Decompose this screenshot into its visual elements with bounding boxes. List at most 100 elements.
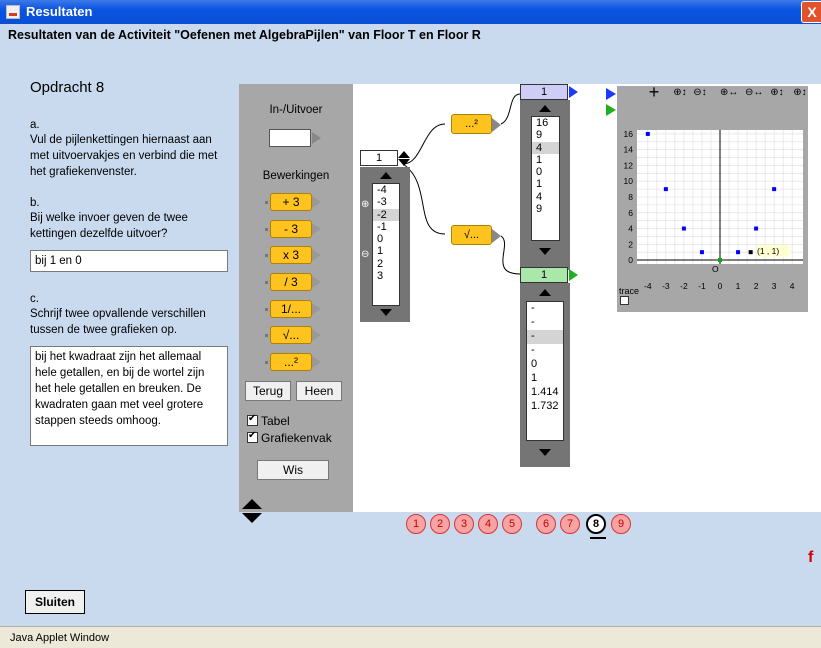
square-list[interactable]: 16 9 4 1 0 1 4 9 [531,116,560,241]
op-times3[interactable]: x 3 [265,246,321,264]
list-item: 16 [536,117,549,129]
zoom-in-y2-icon[interactable]: ⊕↕ [793,88,807,98]
close-window-button[interactable]: X [801,1,821,23]
back-button[interactable]: Terug [245,381,291,401]
task-title: Opdracht 8 [30,79,105,96]
io-box-tool[interactable] [269,129,321,147]
resize-up-icon[interactable] [242,499,262,509]
page-7-button[interactable]: 7 [560,514,580,534]
graph-input-sqrt-icon[interactable] [606,104,616,116]
sqrt-point [718,258,722,263]
op-divide3[interactable]: / 3 [265,273,321,291]
resize-down-icon[interactable] [242,513,262,523]
table-checkbox[interactable]: Tabel [247,413,290,428]
logo-icon: f [808,549,814,566]
close-button[interactable]: Sluiten [25,590,85,614]
input-down-icon[interactable] [398,159,410,166]
zoom-out-vertical-icon[interactable]: ⊖↕ [693,88,707,98]
op-plus3[interactable]: + 3 [265,193,321,211]
connector-line [500,93,521,125]
scroll-down-icon[interactable] [380,309,392,316]
list-item: 9 [536,203,543,216]
scroll-up-icon[interactable] [539,289,551,296]
point-label: (1 , 1) [757,246,779,256]
op-minus3[interactable]: - 3 [265,220,321,238]
page-6-button[interactable]: 6 [536,514,556,534]
tool-panel: In-/Uitvoer Bewerkingen + 3 - 3 x 3 / 3 … [239,84,353,512]
answer-b-field[interactable]: bij 1 en 0 [30,250,228,272]
active-page-underline [590,537,606,539]
scroll-down-icon[interactable] [539,449,551,456]
checkbox-check-icon [247,413,258,426]
list-item: -4 [377,184,387,196]
graph-input-square-icon[interactable] [606,88,616,100]
y-tick-label: 4 [628,224,633,234]
square-head-value[interactable]: 1 [520,84,568,100]
sqrt-list[interactable]: - - - - 0 1 1.414 1.732 [526,301,564,441]
page-9-button[interactable]: 9 [611,514,631,534]
sqrt-op-tag[interactable]: √... [451,225,501,245]
question-a-text: Vul de pijlenkettingen hiernaast aan met… [30,134,218,178]
y-tick-label: 10 [624,176,634,186]
forward-button[interactable]: Heen [296,381,342,401]
window-title: Resultaten [26,4,93,19]
list-item: -1 [377,220,387,233]
y-tick-label: 14 [624,145,634,155]
op-square[interactable]: ...² [265,353,321,371]
y-tick-label: 2 [628,239,633,249]
x-tick-label: -3 [662,281,670,291]
status-bar: Java Applet Window [0,626,821,648]
input-head-value[interactable]: 1 [360,150,398,166]
list-item: 1.414 [531,386,559,398]
trace-checkbox[interactable] [620,296,629,305]
scroll-up-icon[interactable] [380,172,392,179]
page-3-button[interactable]: 3 [454,514,474,534]
square-output-arrow-icon[interactable] [569,86,578,98]
zoom-in-vertical-icon[interactable]: ⊕↕ [673,88,687,98]
page-2-button[interactable]: 2 [430,514,450,534]
list-item: 9 [536,129,543,142]
page-8-button-active[interactable]: 8 [586,514,606,534]
page-4-button[interactable]: 4 [478,514,498,534]
graph-plot[interactable]: 1614121086420-4 -3 -2 -1 0 1 2 3 4O(1 , 1) [617,124,808,314]
crosshair-icon[interactable]: + [647,83,661,101]
sqrt-output-arrow-icon[interactable] [569,269,578,281]
x-tick-label: 4 [790,281,795,291]
page-5-button[interactable]: 5 [502,514,522,534]
square-point [736,250,741,255]
zoom-out-horizontal-icon[interactable]: ⊖↔ [745,88,763,98]
y-tick-label: 0 [628,255,633,265]
list-item: - [531,302,535,314]
zoom-in-icon[interactable]: ⊕ [361,199,371,210]
input-up-icon[interactable] [398,151,410,158]
sqrt-head-value[interactable]: 1 [520,267,568,283]
list-item: 1 [377,245,384,258]
op-reciprocal[interactable]: 1/... [265,300,321,318]
graph-checkbox[interactable]: Grafiekenvak [247,430,332,445]
op-sqrt[interactable]: √... [265,326,321,344]
zoom-out-icon[interactable]: ⊖ [361,249,371,260]
zoom-in-horizontal-icon[interactable]: ⊕↔ [720,88,738,98]
scroll-up-icon[interactable] [539,105,551,112]
list-item: 2 [377,257,384,270]
x-tick-label: -2 [680,281,688,291]
list-item: 4 [536,190,543,203]
io-label: In-/Uitvoer [269,104,323,116]
input-list[interactable]: -4 -3 -2 -1 0 1 2 3 [372,183,400,306]
list-item: 1 [531,372,538,384]
list-item: 0 [377,233,384,246]
square-op-tag[interactable]: ...² [451,114,501,134]
page-1-button[interactable]: 1 [406,514,426,534]
list-item-selected: - [527,330,563,344]
sqrt-column: - - - - 0 1 1.414 1.732 [520,283,570,467]
question-c-text: Schrijf twee opvallende verschillen tuss… [30,308,206,336]
list-item-selected: -2 [373,208,399,221]
status-text: Java Applet Window [10,632,110,644]
zoom-in-y-icon[interactable]: ⊕↕ [770,88,784,98]
checkbox-check-icon [247,430,258,443]
scroll-down-icon[interactable] [539,248,551,255]
clear-button[interactable]: Wis [257,460,329,480]
answer-c-field[interactable]: bij het kwadraat zijn het allemaal hele … [30,346,228,446]
list-item-selected: 4 [532,141,559,154]
square-point [645,131,650,136]
